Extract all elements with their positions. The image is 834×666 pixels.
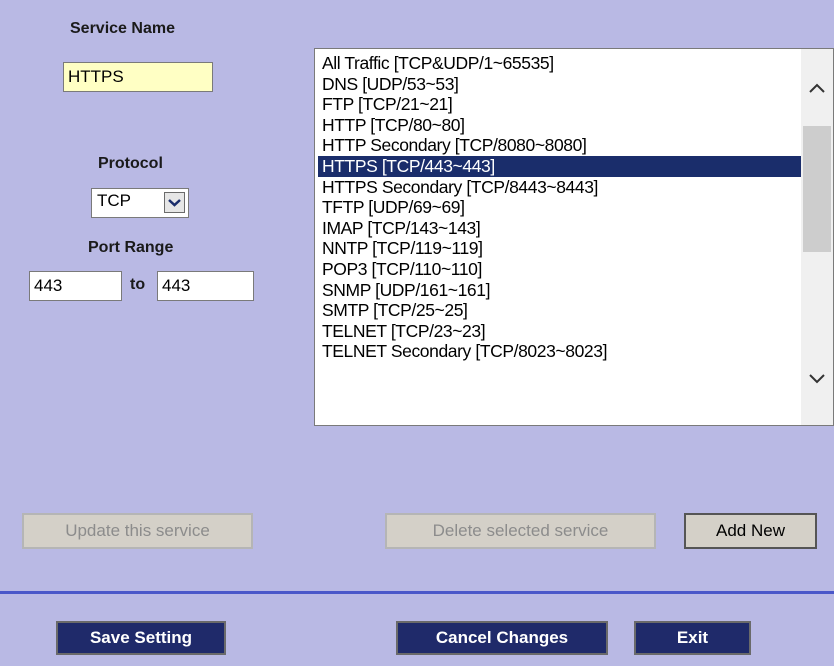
save-setting-button[interactable]: Save Setting — [56, 621, 226, 655]
scrollbar[interactable] — [801, 49, 833, 425]
service-list-item[interactable]: HTTP [TCP/80~80] — [318, 115, 804, 136]
protocol-select[interactable]: TCP — [91, 188, 189, 218]
service-list-item[interactable]: HTTPS Secondary [TCP/8443~8443] — [318, 177, 804, 198]
scroll-thumb[interactable] — [803, 126, 831, 252]
delete-service-button[interactable]: Delete selected service — [385, 513, 656, 549]
service-name-label: Service Name — [70, 20, 175, 37]
divider — [0, 591, 834, 594]
update-service-button[interactable]: Update this service — [22, 513, 253, 549]
scroll-up-icon[interactable] — [808, 81, 826, 100]
service-list-item[interactable]: HTTP Secondary [TCP/8080~8080] — [318, 135, 804, 156]
service-list-item[interactable]: SMTP [TCP/25~25] — [318, 300, 804, 321]
port-range-separator: to — [130, 276, 146, 293]
service-list-item[interactable]: NNTP [TCP/119~119] — [318, 238, 804, 259]
scroll-down-icon[interactable] — [808, 372, 826, 391]
chevron-down-icon[interactable] — [164, 192, 185, 213]
protocol-selected-value: TCP — [97, 191, 131, 210]
exit-button[interactable]: Exit — [634, 621, 751, 655]
service-list-item[interactable]: SNMP [UDP/161~161] — [318, 280, 804, 301]
service-list-item[interactable]: POP3 [TCP/110~110] — [318, 259, 804, 280]
service-list[interactable]: All Traffic [TCP&UDP/1~65535] DNS [UDP/53… — [314, 48, 834, 426]
cancel-changes-button[interactable]: Cancel Changes — [396, 621, 608, 655]
service-list-item[interactable]: FTP [TCP/21~21] — [318, 94, 804, 115]
port-range-label: Port Range — [88, 239, 174, 256]
service-list-item[interactable]: DNS [UDP/53~53] — [318, 74, 804, 95]
port-from-input[interactable] — [29, 271, 122, 301]
service-list-item[interactable]: IMAP [TCP/143~143] — [318, 218, 804, 239]
service-list-items: All Traffic [TCP&UDP/1~65535] DNS [UDP/53… — [318, 53, 804, 362]
service-list-item[interactable]: TELNET Secondary [TCP/8023~8023] — [318, 341, 804, 362]
service-list-item[interactable]: HTTPS [TCP/443~443] — [318, 155, 804, 177]
protocol-label: Protocol — [98, 155, 163, 172]
port-to-input[interactable] — [157, 271, 254, 301]
service-name-input[interactable] — [63, 62, 213, 92]
service-list-item[interactable]: TFTP [UDP/69~69] — [318, 197, 804, 218]
add-new-button[interactable]: Add New — [684, 513, 817, 549]
service-list-item[interactable]: TELNET [TCP/23~23] — [318, 321, 804, 342]
service-list-item[interactable]: All Traffic [TCP&UDP/1~65535] — [318, 53, 804, 74]
